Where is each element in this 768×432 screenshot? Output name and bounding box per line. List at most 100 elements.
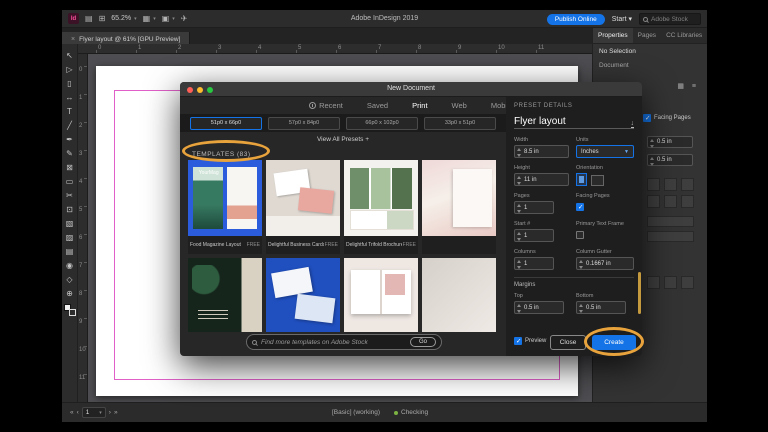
panel-options-icons[interactable]: ▦ ≡	[677, 82, 699, 90]
template-card[interactable]	[422, 160, 496, 254]
stepper-icon[interactable]	[579, 260, 584, 269]
stepper-icon[interactable]	[579, 304, 584, 313]
panel-facing-pages-row[interactable]: Facing Pages	[643, 114, 691, 122]
horizontal-ruler[interactable]: 01234567891011	[78, 44, 592, 54]
width-field[interactable]: 8.5 in	[514, 145, 569, 158]
type-tool[interactable]: T	[63, 104, 77, 118]
template-card[interactable]: YourMagFood Magazine LayoutFREE	[188, 160, 262, 254]
template-card[interactable]: Delightful Trifold Brochure LayoutFREE	[344, 160, 418, 254]
view-options-icon[interactable]: ▦	[143, 14, 151, 23]
stock-icon[interactable]: ⊞	[99, 14, 106, 23]
stepper-icon[interactable]	[517, 176, 522, 185]
template-card[interactable]	[266, 258, 340, 332]
size-preset[interactable]: 66p0 x 102p0	[346, 117, 418, 130]
gradient-feather-tool[interactable]: ▨	[63, 230, 77, 244]
stepper-icon[interactable]	[517, 148, 522, 157]
tab-pages[interactable]: Pages	[633, 28, 661, 43]
panel-button[interactable]	[647, 216, 694, 227]
arrange-documents-icon[interactable]: ✈	[181, 14, 188, 23]
start-number-field[interactable]: 1	[514, 229, 554, 242]
panel-button[interactable]	[664, 178, 677, 191]
portrait-orientation-button[interactable]	[576, 173, 587, 186]
direct-selection-tool[interactable]: ▷	[63, 62, 77, 76]
stepper-icon[interactable]	[650, 139, 655, 148]
last-page-icon[interactable]: »	[114, 409, 118, 416]
panel-button[interactable]	[647, 195, 660, 208]
stepper-icon[interactable]	[517, 204, 522, 213]
previous-page-icon[interactable]: ‹	[77, 409, 79, 416]
facing-pages-checkbox[interactable]	[643, 114, 651, 122]
screen-mode-icon[interactable]: ▣	[162, 14, 170, 23]
first-page-icon[interactable]: «	[70, 409, 74, 416]
start-workspace-dropdown[interactable]: Start ▾	[612, 15, 632, 23]
gap-tool[interactable]: ↔	[63, 90, 77, 104]
selection-tool[interactable]: ↖	[63, 48, 77, 62]
rectangle-tool[interactable]: ▭	[63, 174, 77, 188]
dialog-tab-saved[interactable]: Saved	[367, 101, 388, 110]
facing-pages-checkbox[interactable]	[576, 203, 584, 211]
zoom-tool[interactable]: ⊕	[63, 286, 77, 300]
stepper-icon[interactable]	[517, 260, 522, 269]
dialog-tab-recent[interactable]: Recent	[309, 101, 343, 110]
adobe-stock-search[interactable]: Adobe Stock	[639, 13, 701, 25]
scissors-tool[interactable]: ✂	[63, 188, 77, 202]
size-preset[interactable]: 57p0 x 84p0	[268, 117, 340, 130]
template-search-input[interactable]: Find more templates on Adobe Stock Go	[246, 334, 442, 350]
go-button[interactable]: Go	[410, 337, 436, 347]
panel-button[interactable]	[681, 195, 694, 208]
template-card[interactable]: Delightful Business Cards SetFREE	[266, 160, 340, 254]
columns-field[interactable]: 1	[514, 257, 554, 270]
publish-online-button[interactable]: Publish Online	[547, 14, 605, 25]
template-card[interactable]	[422, 258, 496, 332]
view-options-chevron-icon[interactable]: ▾	[153, 16, 156, 22]
dialog-tab-web[interactable]: Web	[452, 101, 467, 110]
stepper-icon[interactable]	[650, 157, 655, 166]
note-tool[interactable]: ▤	[63, 244, 77, 258]
pen-tool[interactable]: ✒	[63, 132, 77, 146]
stepper-icon[interactable]	[517, 304, 522, 313]
margin-field[interactable]: 0.5 in	[647, 154, 693, 166]
dialog-tab-print[interactable]: Print	[412, 101, 427, 110]
primary-text-frame-checkbox[interactable]	[576, 231, 584, 239]
tab-cc-libraries[interactable]: CC Libraries	[661, 28, 707, 43]
vertical-ruler[interactable]: 01234567891011	[78, 54, 88, 402]
template-card[interactable]	[188, 258, 262, 332]
template-card[interactable]	[344, 258, 418, 332]
preview-checkbox[interactable]	[514, 337, 522, 345]
create-button[interactable]: Create	[592, 335, 636, 350]
preset-name-value[interactable]: Flyer layout	[514, 115, 566, 128]
landscape-orientation-button[interactable]	[591, 175, 604, 186]
pencil-tool[interactable]: ✎	[63, 146, 77, 160]
zoom-chevron-icon[interactable]: ▾	[134, 16, 137, 22]
panel-button[interactable]	[647, 276, 660, 289]
tab-close-icon[interactable]: ×	[71, 36, 75, 43]
units-select[interactable]: Inches▼	[576, 145, 634, 158]
hand-tool[interactable]: ◇	[63, 272, 77, 286]
eyedropper-tool[interactable]: ◉	[63, 258, 77, 272]
panel-button[interactable]	[681, 276, 694, 289]
preflight-profile[interactable]: [Basic] (working)	[332, 409, 380, 416]
next-page-icon[interactable]: ›	[109, 409, 111, 416]
panel-button[interactable]	[647, 178, 660, 191]
pages-field[interactable]: 1	[514, 201, 554, 214]
tab-properties[interactable]: Properties	[593, 28, 633, 43]
margin-top-field[interactable]: 0.5 in	[514, 301, 564, 314]
height-field[interactable]: 11 in	[514, 173, 569, 186]
zoom-level[interactable]: 65.2%	[111, 15, 131, 22]
page-number-field[interactable]: 1▾	[82, 407, 106, 418]
dialog-scrollbar[interactable]	[638, 272, 641, 314]
stepper-icon[interactable]	[517, 232, 522, 241]
dialog-title-bar[interactable]: New Document	[180, 82, 642, 97]
free-transform-tool[interactable]: ⊡	[63, 202, 77, 216]
gradient-tool[interactable]: ▧	[63, 216, 77, 230]
margin-bottom-field[interactable]: 0.5 in	[576, 301, 626, 314]
column-gutter-field[interactable]: 0.1667 in	[576, 257, 634, 270]
rectangle-frame-tool[interactable]: ⊠	[63, 160, 77, 174]
size-preset[interactable]: 33p0 x 51p0	[424, 117, 496, 130]
save-preset-icon[interactable]: ↓	[631, 120, 635, 128]
margin-field[interactable]: 0.5 in	[647, 136, 693, 148]
size-preset[interactable]: 51p0 x 66p0	[190, 117, 262, 130]
bridge-icon[interactable]: ▤	[85, 14, 93, 23]
screen-mode-chevron-icon[interactable]: ▾	[172, 16, 175, 22]
view-all-presets-link[interactable]: View All Presets +	[180, 132, 506, 148]
